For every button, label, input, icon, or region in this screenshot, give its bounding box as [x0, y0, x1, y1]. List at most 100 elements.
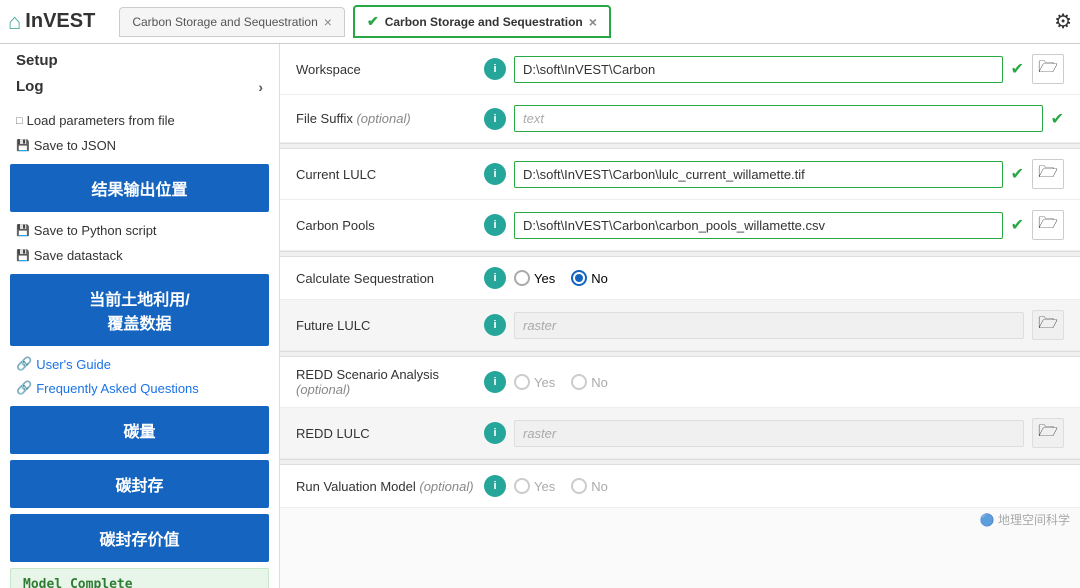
model-complete-area: Model Complete Open Workspace	[10, 568, 269, 588]
redd-scenario-no-circle	[571, 374, 587, 390]
sidebar-item-save-datastack-label: Save datastack	[34, 248, 123, 263]
watermark: 🔵 地理空间科学	[980, 511, 1070, 528]
house-icon: ⌂	[8, 9, 21, 35]
card-sequestration[interactable]: 碳封存	[10, 460, 269, 508]
redd-scenario-yes-label: Yes	[534, 375, 555, 390]
carbon-pools-check-icon: ✔	[1011, 215, 1024, 235]
future-lulc-input: raster	[514, 312, 1024, 339]
run-valuation-no-circle	[571, 478, 587, 494]
current-lulc-row: Current LULC i ✔ 🗁	[280, 149, 1080, 200]
sidebar: Setup Log › □ Load parameters from file …	[0, 44, 280, 588]
redd-lulc-info-btn[interactable]: i	[484, 422, 506, 444]
file-suffix-info-btn[interactable]: i	[484, 108, 506, 130]
calc-sequestration-info-btn[interactable]: i	[484, 267, 506, 289]
main-layout: Setup Log › □ Load parameters from file …	[0, 44, 1080, 588]
faq-link[interactable]: 🔗 Frequently Asked Questions	[0, 376, 279, 400]
carbon-pools-folder-btn[interactable]: 🗁	[1032, 210, 1064, 240]
redd-scenario-row: REDD Scenario Analysis(optional) i Yes N…	[280, 357, 1080, 408]
calc-sequestration-no-label: No	[591, 271, 608, 286]
current-lulc-info-btn[interactable]: i	[484, 163, 506, 185]
tab-active-close[interactable]: ×	[589, 14, 597, 30]
file-icon: □	[16, 115, 23, 127]
link-icon-faq: 🔗	[16, 380, 32, 396]
workspace-label: Workspace	[296, 62, 476, 77]
redd-lulc-input: raster	[514, 420, 1024, 447]
redd-scenario-radio-group: Yes No	[514, 374, 1064, 390]
current-lulc-label: Current LULC	[296, 167, 476, 182]
calc-sequestration-yes-label: Yes	[534, 271, 555, 286]
redd-scenario-no[interactable]: No	[571, 374, 608, 390]
current-lulc-check-icon: ✔	[1011, 164, 1024, 184]
redd-scenario-label: REDD Scenario Analysis(optional)	[296, 367, 476, 397]
sidebar-item-save-python[interactable]: 💾 Save to Python script	[0, 218, 279, 243]
carbon-pools-row: Carbon Pools i ✔ 🗁	[280, 200, 1080, 251]
carbon-pools-input[interactable]	[514, 212, 1003, 239]
card-carbon[interactable]: 碳量	[10, 406, 269, 454]
future-lulc-row: Future LULC i raster 🗁	[280, 300, 1080, 351]
tab-active-label: Carbon Storage and Sequestration	[385, 15, 583, 29]
calc-sequestration-radio-group: Yes No	[514, 270, 1064, 286]
log-label: Log	[16, 78, 44, 95]
file-suffix-row: File Suffix (optional) i ✔	[280, 95, 1080, 143]
workspace-check-icon: ✔	[1011, 59, 1024, 79]
gear-icon[interactable]: ⚙	[1054, 9, 1072, 34]
redd-lulc-label: REDD LULC	[296, 426, 476, 441]
redd-lulc-folder-btn[interactable]: 🗁	[1032, 418, 1064, 448]
overlay-section: □ Load parameters from file 💾 Save to JS…	[0, 108, 279, 588]
card-current-lulc[interactable]: 当前土地利用/ 覆盖数据	[10, 274, 269, 346]
workspace-info-btn[interactable]: i	[484, 58, 506, 80]
setup-label: Setup	[0, 44, 279, 73]
redd-scenario-no-label: No	[591, 375, 608, 390]
carbon-pools-label: Carbon Pools	[296, 218, 476, 233]
log-item[interactable]: Log ›	[0, 73, 279, 100]
carbon-pools-info-btn[interactable]: i	[484, 214, 506, 236]
card-sequestration-value[interactable]: 碳封存价值	[10, 514, 269, 562]
logo: ⌂ InVEST	[8, 9, 95, 35]
calc-sequestration-no-dot	[575, 274, 583, 282]
run-valuation-yes[interactable]: Yes	[514, 478, 555, 494]
logo-text: InVEST	[25, 10, 95, 33]
link-icon-user-guide: 🔗	[16, 356, 32, 372]
user-guide-link[interactable]: 🔗 User's Guide	[0, 352, 279, 376]
workspace-row: Workspace i ✔ 🗁	[280, 44, 1080, 95]
tab-inactive[interactable]: Carbon Storage and Sequestration ×	[119, 7, 345, 37]
calc-sequestration-yes[interactable]: Yes	[514, 270, 555, 286]
save-json-icon: 💾	[16, 139, 30, 152]
sidebar-item-save-python-label: Save to Python script	[34, 223, 157, 238]
file-suffix-label: File Suffix (optional)	[296, 111, 476, 126]
tab-active[interactable]: ✔ Carbon Storage and Sequestration ×	[353, 5, 611, 38]
faq-label: Frequently Asked Questions	[36, 381, 199, 396]
calc-sequestration-yes-circle	[514, 270, 530, 286]
calc-sequestration-no-circle	[571, 270, 587, 286]
workspace-folder-btn[interactable]: 🗁	[1032, 54, 1064, 84]
current-lulc-input[interactable]	[514, 161, 1003, 188]
future-lulc-info-btn[interactable]: i	[484, 314, 506, 336]
tab-inactive-close[interactable]: ×	[324, 14, 332, 30]
calc-sequestration-label: Calculate Sequestration	[296, 271, 476, 286]
run-valuation-info-btn[interactable]: i	[484, 475, 506, 497]
run-valuation-row: Run Valuation Model (optional) i Yes No	[280, 465, 1080, 508]
current-lulc-folder-btn[interactable]: 🗁	[1032, 159, 1064, 189]
card-results-output[interactable]: 结果输出位置	[10, 164, 269, 212]
model-complete-label: Model Complete	[23, 577, 256, 588]
redd-scenario-yes-circle	[514, 374, 530, 390]
redd-scenario-yes[interactable]: Yes	[514, 374, 555, 390]
file-suffix-check-icon: ✔	[1051, 109, 1064, 129]
future-lulc-folder-btn[interactable]: 🗁	[1032, 310, 1064, 340]
workspace-input[interactable]	[514, 56, 1003, 83]
sidebar-item-save-datastack[interactable]: 💾 Save datastack	[0, 243, 279, 268]
run-valuation-no-label: No	[591, 479, 608, 494]
run-valuation-label: Run Valuation Model (optional)	[296, 479, 476, 494]
calc-sequestration-no[interactable]: No	[571, 270, 608, 286]
redd-scenario-info-btn[interactable]: i	[484, 371, 506, 393]
card-current-lulc-line2: 覆盖数据	[107, 316, 171, 333]
tab-inactive-label: Carbon Storage and Sequestration	[132, 15, 317, 29]
run-valuation-no[interactable]: No	[571, 478, 608, 494]
sidebar-item-load-params[interactable]: □ Load parameters from file	[0, 108, 279, 133]
user-guide-label: User's Guide	[36, 357, 111, 372]
calc-sequestration-row: Calculate Sequestration i Yes No	[280, 257, 1080, 300]
sidebar-item-save-json-label: Save to JSON	[34, 138, 116, 153]
sidebar-item-save-json[interactable]: 💾 Save to JSON	[0, 133, 279, 158]
file-suffix-input[interactable]	[514, 105, 1043, 132]
redd-lulc-row: REDD LULC i raster 🗁	[280, 408, 1080, 459]
